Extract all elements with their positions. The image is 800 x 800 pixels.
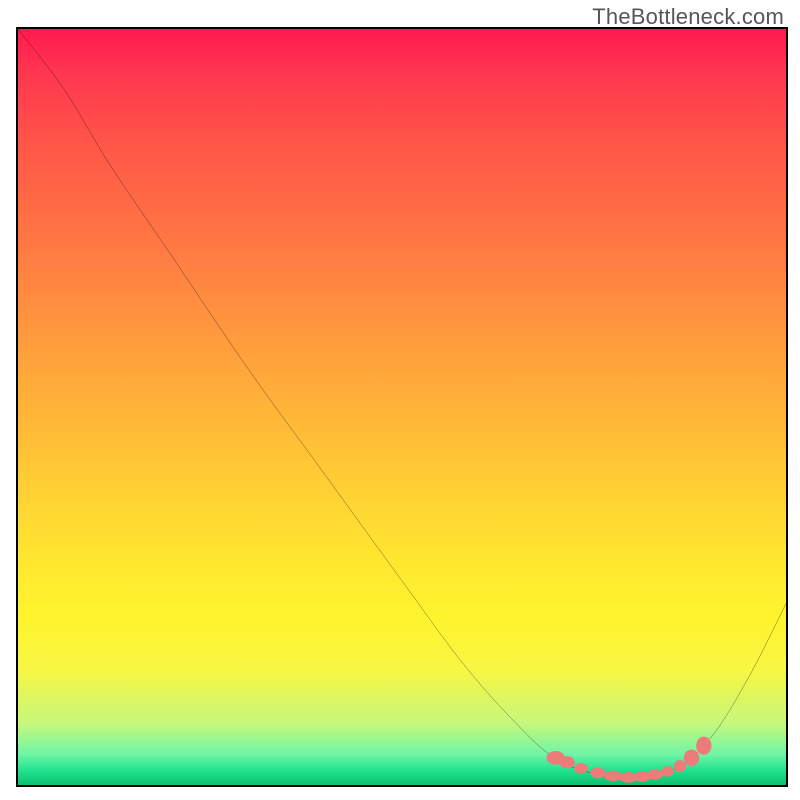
bottleneck-curve	[18, 29, 786, 778]
curve-marker	[648, 769, 663, 780]
curve-marker	[662, 766, 674, 777]
curve-markers	[546, 737, 711, 783]
plot-area	[16, 27, 788, 787]
chart-frame: TheBottleneck.com	[0, 0, 800, 800]
curve-marker	[684, 749, 699, 766]
curve-marker	[604, 771, 622, 782]
curve-marker	[674, 760, 686, 772]
curve-marker	[574, 763, 588, 774]
curve-marker	[696, 737, 711, 755]
curve-marker	[590, 768, 605, 779]
chart-svg	[18, 29, 786, 785]
curve-marker	[559, 756, 574, 768]
